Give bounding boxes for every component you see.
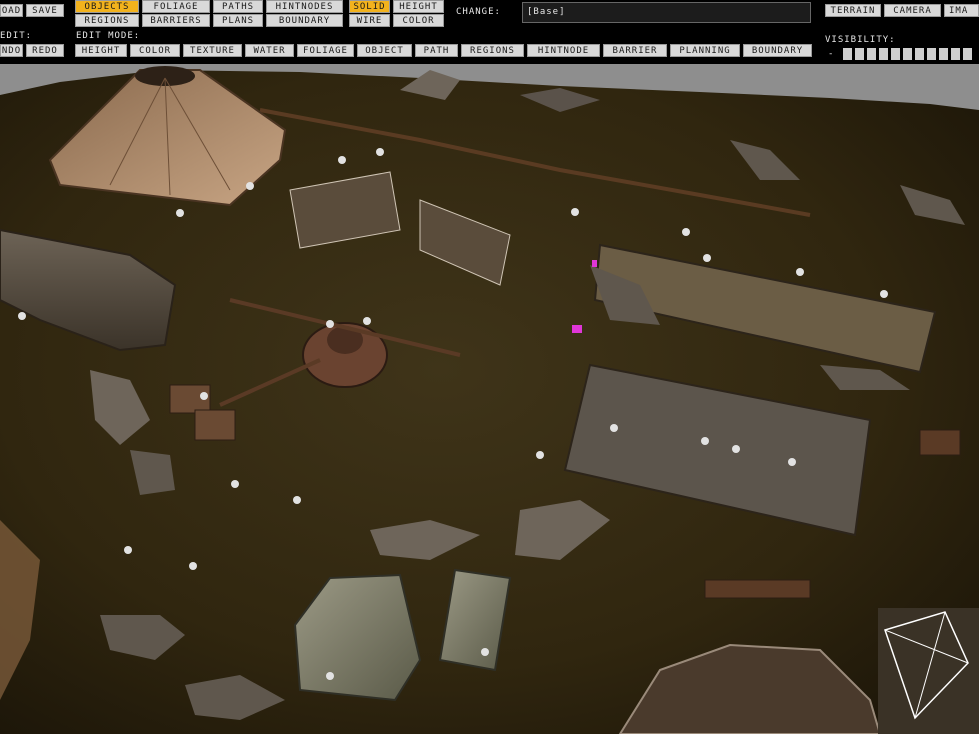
layer-barriers-toggle[interactable]: Barriers xyxy=(142,14,210,27)
layer-hintnodes-toggle[interactable]: HintNodes xyxy=(266,0,343,13)
editor-toolbar: oad Save Objects Foliage Paths HintNodes… xyxy=(0,0,979,64)
layer-regions-toggle[interactable]: Regions xyxy=(75,14,139,27)
render-solid-toggle[interactable]: Solid xyxy=(349,0,390,13)
visibility-step[interactable] xyxy=(963,48,972,60)
render-wire-toggle[interactable]: Wire xyxy=(349,14,390,27)
change-input[interactable]: [Base] xyxy=(522,2,811,23)
crate xyxy=(194,409,236,441)
edit-mode-color-button[interactable]: Color xyxy=(130,44,180,57)
edit-mode-foliage-button[interactable]: Foliage xyxy=(297,44,354,57)
crate-row xyxy=(704,579,811,599)
visibility-label: VISIBILITY: xyxy=(825,35,896,45)
visibility-minus[interactable]: - xyxy=(828,49,834,60)
selection-marker xyxy=(572,325,582,333)
save-button[interactable]: Save xyxy=(26,4,64,17)
edit-mode-regions-button[interactable]: Regions xyxy=(461,44,524,57)
edit-mode-planning-button[interactable]: Planning xyxy=(670,44,740,57)
visibility-step[interactable] xyxy=(879,48,888,60)
image-view-button[interactable]: Ima xyxy=(944,4,979,17)
crate xyxy=(919,429,961,456)
visibility-step[interactable] xyxy=(843,48,852,60)
selection-marker xyxy=(592,260,597,267)
visibility-step[interactable] xyxy=(891,48,900,60)
visibility-step[interactable] xyxy=(915,48,924,60)
camera-view-button[interactable]: Camera xyxy=(884,4,941,17)
render-color-toggle[interactable]: Color xyxy=(393,14,444,27)
edit-mode-water-button[interactable]: Water xyxy=(245,44,294,57)
change-label: CHANGE: xyxy=(456,7,501,17)
visibility-step[interactable] xyxy=(927,48,936,60)
redo-button[interactable]: Redo xyxy=(26,44,64,57)
edit-mode-height-button[interactable]: Height xyxy=(75,44,127,57)
render-height-toggle[interactable]: Height xyxy=(393,0,444,13)
layer-foliage-toggle[interactable]: Foliage xyxy=(142,0,210,13)
scene-viewport[interactable] xyxy=(0,64,979,734)
edit-mode-object-button[interactable]: Object xyxy=(357,44,412,57)
terrain-view-button[interactable]: Terrain xyxy=(825,4,881,17)
visibility-step[interactable] xyxy=(855,48,864,60)
edit-mode-label: EDIT MODE: xyxy=(76,31,141,41)
edit-mode-barrier-button[interactable]: Barrier xyxy=(603,44,667,57)
visibility-step[interactable] xyxy=(867,48,876,60)
edit-mode-texture-button[interactable]: Texture xyxy=(183,44,242,57)
visibility-step[interactable] xyxy=(939,48,948,60)
undo-button[interactable]: ndo xyxy=(0,44,23,57)
edit-mode-boundary-button[interactable]: Boundary xyxy=(743,44,812,57)
visibility-step[interactable] xyxy=(903,48,912,60)
edit-mode-hintnode-button[interactable]: HintNode xyxy=(527,44,600,57)
layer-paths-toggle[interactable]: Paths xyxy=(213,0,263,13)
edit-label: EDIT: xyxy=(0,31,33,41)
load-button[interactable]: oad xyxy=(0,4,23,17)
edit-mode-path-button[interactable]: Path xyxy=(415,44,458,57)
layer-objects-toggle[interactable]: Objects xyxy=(75,0,139,13)
visibility-step[interactable] xyxy=(951,48,960,60)
layer-plans-toggle[interactable]: Plans xyxy=(213,14,263,27)
layer-boundary-toggle[interactable]: Boundary xyxy=(266,14,343,27)
